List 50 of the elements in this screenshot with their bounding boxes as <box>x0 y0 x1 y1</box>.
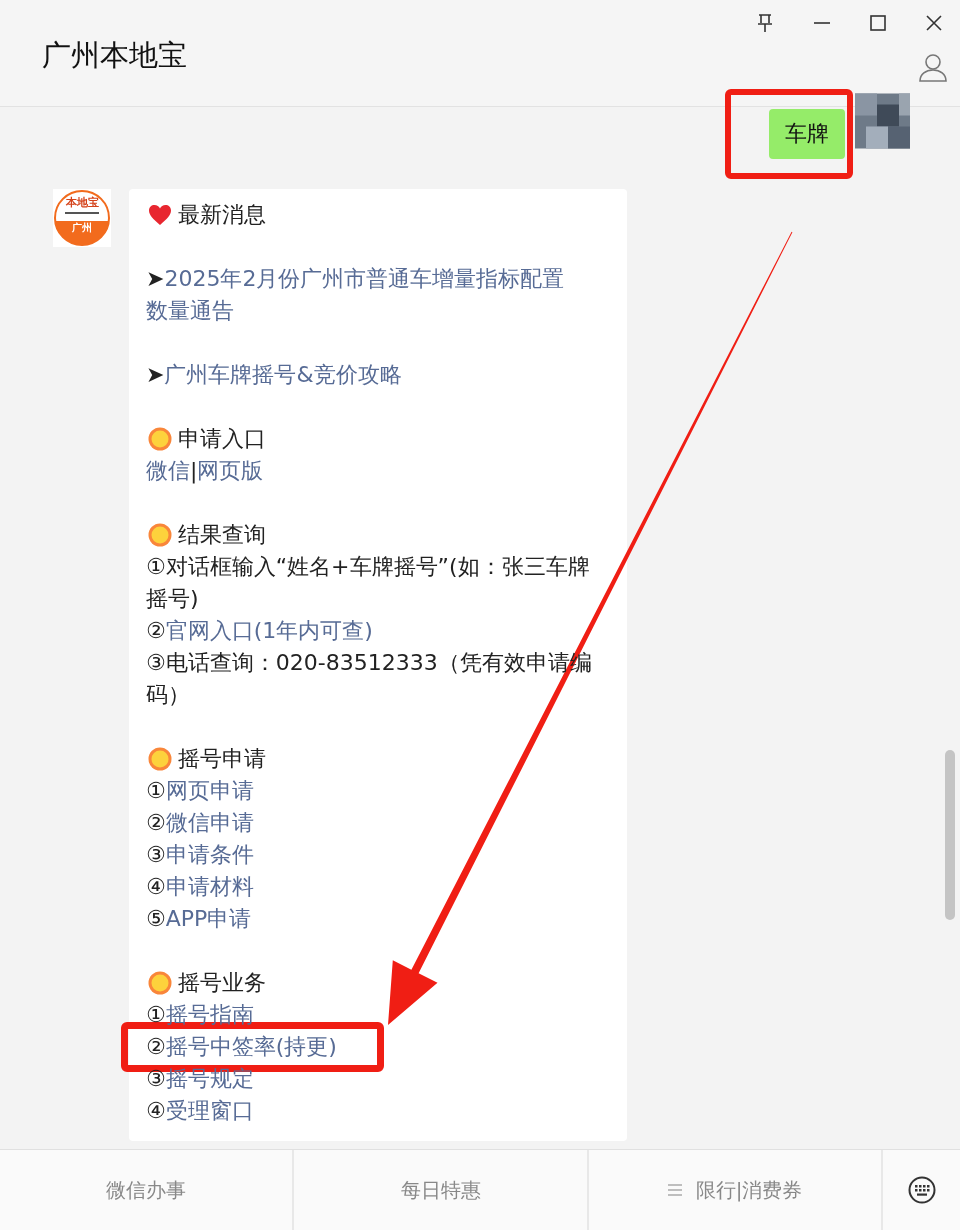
message-text: ① <box>146 1002 166 1027</box>
message-link[interactable]: 申请材料 <box>165 874 254 899</box>
section-heading: 申请入口 <box>178 425 266 453</box>
section-heading: 摇号业务 <box>178 969 266 997</box>
sun-icon <box>148 523 172 547</box>
message-link[interactable]: 官网入口(1年内可查) <box>165 618 373 643</box>
message-text: ➤ <box>146 362 165 387</box>
message-link[interactable]: 2025年2月份广州市普通车增量指标配置 <box>164 266 565 291</box>
message-text: ③ <box>146 1066 166 1091</box>
heart-icon <box>148 204 172 226</box>
sun-icon <box>148 971 172 995</box>
message-link[interactable]: 网页版 <box>197 458 264 483</box>
message-link[interactable]: 网页申请 <box>165 778 254 803</box>
message-link[interactable]: 微信申请 <box>165 810 254 835</box>
message-text: ③ <box>146 842 166 867</box>
message-text: ② <box>146 1034 166 1059</box>
message-bubble: 车牌 <box>769 109 845 159</box>
message-text: ④ <box>146 1098 166 1123</box>
message-link[interactable]: 摇号中签率(持更) <box>165 1034 337 1059</box>
maximize-icon[interactable] <box>870 15 886 31</box>
message-text: | <box>190 458 198 483</box>
message-link[interactable]: 广州车牌摇号&竞价攻略 <box>164 362 402 387</box>
window-title: 广州本地宝 <box>42 37 187 74</box>
message-link[interactable]: 微信 <box>146 458 190 483</box>
keyboard-icon[interactable] <box>907 1176 936 1204</box>
logo-text: 本地宝 <box>65 197 99 209</box>
message-link[interactable]: 申请条件 <box>165 842 254 867</box>
message-text: ② <box>146 618 166 643</box>
section-heading: 最新消息 <box>178 201 266 229</box>
pin-icon[interactable] <box>756 13 774 33</box>
avatar <box>855 93 910 149</box>
message-text: ① <box>146 778 166 803</box>
message-text: ①对话框输入“姓名+车牌摇号”(如：张三车牌摇号) <box>146 554 590 611</box>
message-text: ④ <box>146 874 166 899</box>
person-icon[interactable] <box>918 52 948 82</box>
message-link[interactable]: 摇号指南 <box>165 1002 254 1027</box>
sun-icon <box>148 747 172 771</box>
message-link[interactable]: 受理窗口 <box>165 1098 254 1123</box>
section-heading: 结果查询 <box>178 521 266 549</box>
message-text: ② <box>146 810 166 835</box>
message-link[interactable]: 数量通告 <box>146 298 234 323</box>
sun-icon <box>148 427 172 451</box>
close-icon[interactable] <box>926 15 942 31</box>
message-text: ➤ <box>146 266 165 291</box>
scrollbar[interactable] <box>945 750 955 920</box>
section-heading: 摇号申请 <box>178 745 266 773</box>
message-link[interactable]: 摇号规定 <box>165 1066 254 1091</box>
message-text: ⑤ <box>146 906 166 931</box>
logo-text: 广州 <box>72 222 92 234</box>
message-link[interactable]: APP申请 <box>165 906 252 931</box>
